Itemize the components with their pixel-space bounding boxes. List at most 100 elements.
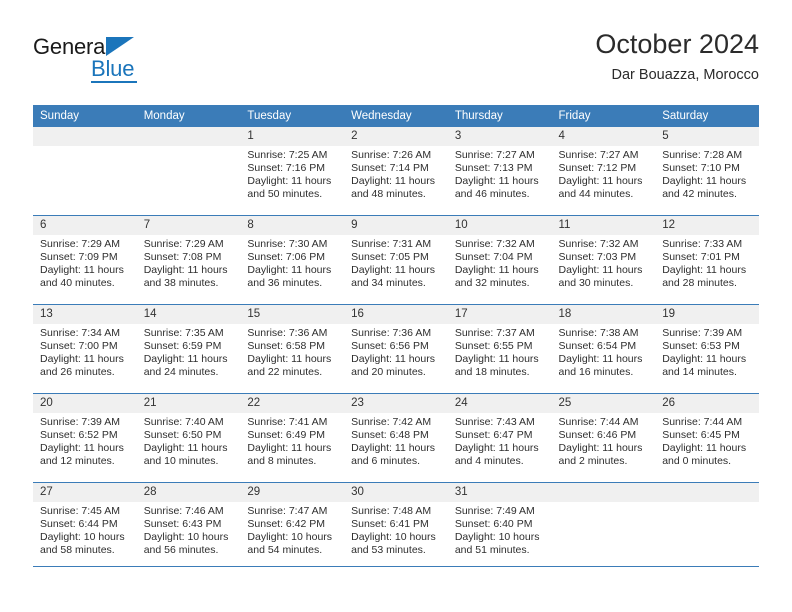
- daylight-text: Daylight: 11 hours and 50 minutes.: [247, 175, 332, 201]
- day-cell[interactable]: 5 Sunrise: 7:28 AM Sunset: 7:10 PM Dayli…: [655, 127, 759, 216]
- sunset-text: Sunset: 7:03 PM: [558, 251, 637, 264]
- sunset-text: Sunset: 7:00 PM: [40, 340, 118, 353]
- daylight-text: Daylight: 11 hours and 48 minutes.: [351, 175, 435, 201]
- day-number: 18: [551, 305, 656, 324]
- sunset-text: Sunset: 7:14 PM: [351, 162, 429, 175]
- day-cell[interactable]: 30 Sunrise: 7:48 AM Sunset: 6:41 PM Dayl…: [344, 482, 448, 571]
- day-info: Sunrise: 7:43 AM Sunset: 6:47 PM Dayligh…: [448, 413, 552, 468]
- day-cell[interactable]: 28 Sunrise: 7:46 AM Sunset: 6:43 PM Dayl…: [136, 482, 241, 571]
- day-cell[interactable]: [655, 482, 759, 571]
- day-cell[interactable]: 14 Sunrise: 7:35 AM Sunset: 6:59 PM Dayl…: [136, 304, 241, 394]
- page-subtitle: Dar Bouazza, Morocco: [611, 67, 759, 83]
- day-info: Sunrise: 7:45 AM Sunset: 6:44 PM Dayligh…: [33, 502, 137, 557]
- day-cell[interactable]: 1 Sunrise: 7:25 AM Sunset: 7:16 PM Dayli…: [240, 127, 345, 216]
- sunrise-text: Sunrise: 7:45 AM: [40, 505, 120, 517]
- sunrise-text: Sunrise: 7:28 AM: [662, 149, 743, 161]
- day-cell[interactable]: 12 Sunrise: 7:33 AM Sunset: 7:01 PM Dayl…: [655, 215, 759, 305]
- day-info: Sunrise: 7:33 AM Sunset: 7:01 PM Dayligh…: [655, 235, 759, 290]
- daylight-text: Daylight: 11 hours and 28 minutes.: [662, 264, 747, 290]
- daylight-text: Daylight: 11 hours and 46 minutes.: [454, 175, 539, 201]
- day-cell[interactable]: 17 Sunrise: 7:37 AM Sunset: 6:55 PM Dayl…: [447, 304, 552, 394]
- daylight-text: Daylight: 11 hours and 34 minutes.: [351, 264, 435, 290]
- sunrise-text: Sunrise: 7:25 AM: [247, 149, 328, 161]
- day-cell[interactable]: 21 Sunrise: 7:40 AM Sunset: 6:50 PM Dayl…: [136, 393, 241, 483]
- day-cell[interactable]: 15 Sunrise: 7:36 AM Sunset: 6:58 PM Dayl…: [240, 304, 345, 394]
- day-info: Sunrise: 7:28 AM Sunset: 7:10 PM Dayligh…: [655, 146, 759, 201]
- day-cell[interactable]: 7 Sunrise: 7:29 AM Sunset: 7:08 PM Dayli…: [136, 215, 241, 305]
- daylight-text: Daylight: 11 hours and 38 minutes.: [143, 264, 228, 290]
- day-cell[interactable]: 23 Sunrise: 7:42 AM Sunset: 6:48 PM Dayl…: [344, 393, 448, 483]
- title-block: October 2024 Dar Bouazza, Morocco: [595, 28, 759, 85]
- day-number: 5: [655, 127, 759, 146]
- day-number: [655, 483, 759, 502]
- day-number: 27: [33, 483, 137, 502]
- page-header: General Blue October 2024 Dar Bouazza, M…: [33, 28, 759, 92]
- weekday-header-tuesday: Tuesday: [240, 105, 345, 127]
- calendar-bottom-border: [33, 566, 759, 567]
- day-cell[interactable]: 29 Sunrise: 7:47 AM Sunset: 6:42 PM Dayl…: [240, 482, 345, 571]
- day-cell[interactable]: 10 Sunrise: 7:32 AM Sunset: 7:04 PM Dayl…: [447, 215, 552, 305]
- week-row: 13 Sunrise: 7:34 AM Sunset: 7:00 PM Dayl…: [33, 304, 759, 394]
- sunrise-text: Sunrise: 7:38 AM: [558, 327, 639, 339]
- daylight-text: Daylight: 11 hours and 4 minutes.: [454, 442, 539, 468]
- day-number: 31: [447, 483, 552, 502]
- day-number: 20: [33, 394, 137, 413]
- day-info: Sunrise: 7:36 AM Sunset: 6:58 PM Dayligh…: [240, 324, 344, 379]
- weekday-header-friday: Friday: [551, 105, 656, 127]
- calendar-header-row: Sunday Monday Tuesday Wednesday Thursday…: [33, 105, 759, 127]
- day-cell[interactable]: [136, 127, 241, 216]
- sunset-text: Sunset: 6:44 PM: [40, 518, 118, 531]
- day-number: 15: [240, 305, 345, 324]
- day-cell[interactable]: 16 Sunrise: 7:36 AM Sunset: 6:56 PM Dayl…: [344, 304, 448, 394]
- daylight-text: Daylight: 11 hours and 22 minutes.: [247, 353, 332, 379]
- day-info: [137, 146, 241, 149]
- day-cell[interactable]: 20 Sunrise: 7:39 AM Sunset: 6:52 PM Dayl…: [33, 393, 137, 483]
- sunrise-text: Sunrise: 7:31 AM: [351, 238, 432, 250]
- day-cell[interactable]: 27 Sunrise: 7:45 AM Sunset: 6:44 PM Dayl…: [33, 482, 137, 571]
- day-info: Sunrise: 7:32 AM Sunset: 7:03 PM Dayligh…: [552, 235, 656, 290]
- day-cell[interactable]: [551, 482, 656, 571]
- day-number: [136, 127, 241, 146]
- day-number: 10: [447, 216, 552, 235]
- day-number: [33, 127, 137, 146]
- week-row: 6 Sunrise: 7:29 AM Sunset: 7:09 PM Dayli…: [33, 215, 759, 305]
- day-cell[interactable]: 11 Sunrise: 7:32 AM Sunset: 7:03 PM Dayl…: [551, 215, 656, 305]
- daylight-text: Daylight: 11 hours and 14 minutes.: [662, 353, 747, 379]
- day-number: 29: [240, 483, 345, 502]
- sunrise-text: Sunrise: 7:35 AM: [143, 327, 224, 339]
- sunset-text: Sunset: 6:50 PM: [143, 429, 222, 442]
- weekday-header-monday: Monday: [136, 105, 241, 127]
- daylight-text: Daylight: 11 hours and 2 minutes.: [558, 442, 643, 468]
- day-cell[interactable]: 4 Sunrise: 7:27 AM Sunset: 7:12 PM Dayli…: [551, 127, 656, 216]
- day-cell[interactable]: 19 Sunrise: 7:39 AM Sunset: 6:53 PM Dayl…: [655, 304, 759, 394]
- day-cell[interactable]: 9 Sunrise: 7:31 AM Sunset: 7:05 PM Dayli…: [344, 215, 448, 305]
- day-cell[interactable]: 18 Sunrise: 7:38 AM Sunset: 6:54 PM Dayl…: [551, 304, 656, 394]
- sunrise-text: Sunrise: 7:44 AM: [662, 416, 743, 428]
- day-info: Sunrise: 7:46 AM Sunset: 6:43 PM Dayligh…: [137, 502, 241, 557]
- day-cell[interactable]: 22 Sunrise: 7:41 AM Sunset: 6:49 PM Dayl…: [240, 393, 345, 483]
- daylight-text: Daylight: 10 hours and 56 minutes.: [143, 531, 229, 557]
- sunrise-text: Sunrise: 7:41 AM: [247, 416, 328, 428]
- sunrise-text: Sunrise: 7:29 AM: [143, 238, 224, 250]
- day-cell[interactable]: 25 Sunrise: 7:44 AM Sunset: 6:46 PM Dayl…: [551, 393, 656, 483]
- sunrise-text: Sunrise: 7:39 AM: [40, 416, 120, 428]
- daylight-text: Daylight: 10 hours and 54 minutes.: [247, 531, 333, 557]
- day-cell[interactable]: 24 Sunrise: 7:43 AM Sunset: 6:47 PM Dayl…: [447, 393, 552, 483]
- day-cell[interactable]: 26 Sunrise: 7:44 AM Sunset: 6:45 PM Dayl…: [655, 393, 759, 483]
- sunrise-text: Sunrise: 7:49 AM: [454, 505, 535, 517]
- day-number: 19: [655, 305, 759, 324]
- day-info: [33, 146, 137, 149]
- weekday-header-sunday: Sunday: [33, 105, 137, 127]
- sunrise-text: Sunrise: 7:32 AM: [558, 238, 639, 250]
- day-cell[interactable]: 8 Sunrise: 7:30 AM Sunset: 7:06 PM Dayli…: [240, 215, 345, 305]
- day-cell[interactable]: 3 Sunrise: 7:27 AM Sunset: 7:13 PM Dayli…: [447, 127, 552, 216]
- sunset-text: Sunset: 7:06 PM: [247, 251, 326, 264]
- sunrise-text: Sunrise: 7:40 AM: [143, 416, 224, 428]
- sunset-text: Sunset: 7:04 PM: [454, 251, 533, 264]
- day-cell[interactable]: 6 Sunrise: 7:29 AM Sunset: 7:09 PM Dayli…: [33, 215, 137, 305]
- day-cell[interactable]: [33, 127, 137, 216]
- sunrise-text: Sunrise: 7:30 AM: [247, 238, 328, 250]
- day-cell[interactable]: 2 Sunrise: 7:26 AM Sunset: 7:14 PM Dayli…: [344, 127, 448, 216]
- day-cell[interactable]: 31 Sunrise: 7:49 AM Sunset: 6:40 PM Dayl…: [447, 482, 552, 571]
- day-cell[interactable]: 13 Sunrise: 7:34 AM Sunset: 7:00 PM Dayl…: [33, 304, 137, 394]
